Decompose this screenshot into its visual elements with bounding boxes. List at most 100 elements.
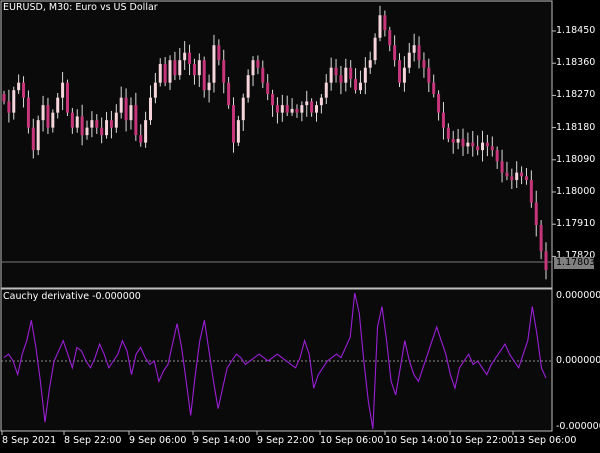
candle-bear [163,63,167,83]
candle-bear [134,105,138,136]
candle-bull [246,75,250,98]
indicator-axis-label: 0.000000 [556,290,600,301]
candle-bear [544,251,548,271]
candle-bull [148,97,152,121]
chart-window[interactable]: EURUSD, M30: Euro vs US Dollar Cauchy de… [0,0,600,450]
candle-bear [388,30,392,46]
candle-bear [398,60,402,83]
candle-bear [31,127,35,151]
time-axis-label: 9 Sep 14:00 [193,435,251,446]
price-axis-label: 1.18000 [556,186,596,197]
candle-bear [139,135,143,143]
candle-bull [368,60,372,68]
indicator-axis-label: 0.000000 [556,355,600,366]
candle-bear [266,82,270,94]
time-axis-label: 9 Sep 22:00 [257,435,315,446]
candle-bull [300,105,304,113]
candle-bull [105,120,109,136]
candle-bear [524,176,528,181]
candle-bull [17,82,21,91]
candle-bull [412,45,416,53]
candle-bear [310,101,314,113]
candle-bear [192,63,196,76]
candle-bear [422,60,426,68]
candle-bear [271,93,275,106]
candle-bull [236,120,240,143]
candle-bull [456,138,460,143]
candle-bull [114,112,118,128]
chart-canvas[interactable] [0,0,600,450]
candle-bear [534,202,538,226]
candle-bull [373,37,377,61]
candle-bear [446,127,450,139]
candle-bull [402,67,406,83]
candle-bear [510,176,514,181]
time-axis-label: 8 Sep 22:00 [64,435,122,446]
candle-bull [197,60,201,76]
candle-bull [241,97,245,121]
candle-bear [124,97,128,121]
candle-bear [354,78,358,91]
candle-bull [344,67,348,83]
candle-bear [65,82,69,113]
candle-bull [280,105,284,113]
current-price-badge: 1.17803 [554,257,596,269]
price-axis-label: 1.18360 [556,57,596,68]
candle-bear [520,172,524,177]
candle-bear [485,142,489,147]
candle-bear [437,93,441,113]
candle-bull [90,120,94,128]
candle-bear [441,112,445,128]
time-axis-label: 8 Sep 2021 [2,435,57,446]
candle-bear [505,172,509,177]
candle-bear [231,105,235,143]
candle-bull [144,120,148,143]
candle-bear [539,225,543,252]
candle-bull [178,60,182,76]
candle-bear [7,101,11,113]
candle-bear [334,67,338,76]
candle-bear [70,112,74,128]
time-axis-label: 10 Sep 06:00 [320,435,384,446]
candle-bull [168,60,172,83]
candle-bear [26,97,30,128]
candle-bull [515,172,519,181]
candle-bear [349,67,353,79]
candle-bear [490,146,494,151]
candle-bear [383,15,387,31]
candle-bear [256,60,260,68]
candle-bear [285,105,289,113]
candle-bear [529,180,533,203]
candle-bull [363,67,367,83]
candle-bear [222,60,226,83]
price-axis-label: 1.18450 [556,25,596,36]
candle-bull [466,142,470,147]
candle-bull [481,142,485,151]
candle-bear [109,120,113,128]
candle-bull [315,105,319,113]
candle-bull [153,82,157,98]
candle-bear [427,67,431,83]
candle-bull [407,52,411,68]
candle-bull [251,60,255,76]
candle-bear [202,60,206,91]
candle-bear [471,142,475,147]
price-axis-label: 1.18180 [556,122,596,133]
candle-bear [461,138,465,147]
indicator-axis-label: -0.000000 [556,421,600,432]
candle-bull [12,90,16,113]
candle-bear [261,67,265,83]
candle-bull [119,97,123,113]
candle-bear [295,108,299,113]
candle-bear [275,105,279,113]
time-axis-label: 10 Sep 22:00 [450,435,514,446]
candle-bear [339,75,343,83]
candle-bear [46,105,50,128]
candle-bear [95,120,99,128]
indicator-title: Cauchy derivative -0.000000 [3,291,141,302]
time-axis-label: 10 Sep 14:00 [385,435,449,446]
candle-bear [100,127,104,136]
candle-bull [305,101,309,106]
candle-bull [129,105,133,121]
candle-bear [227,82,231,106]
